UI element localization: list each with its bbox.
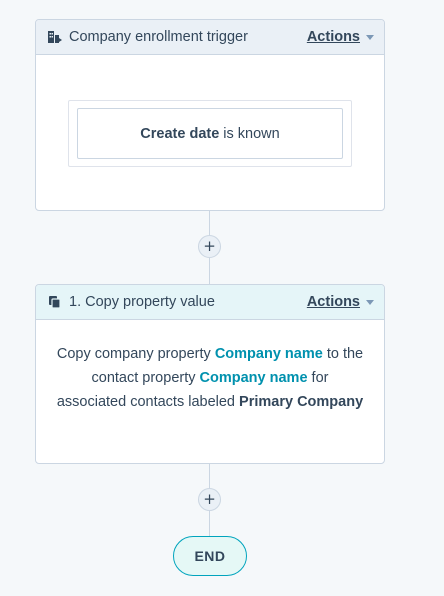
trigger-actions-dropdown[interactable]: Actions [307,29,374,45]
connector-line [209,511,210,536]
filter-property: Create date [140,125,220,142]
action-title: 1. Copy property value [69,294,215,310]
source-property-token: Company name [214,346,323,362]
target-property-token: Company name [199,370,308,386]
action-actions-dropdown[interactable]: Actions [307,294,374,310]
copy-icon [47,294,63,310]
add-action-button[interactable]: + [198,235,221,258]
filter-group: Create date is known [68,100,352,167]
caret-down-icon [366,35,374,40]
filter-operator: is known [223,125,280,142]
description-text: Copy company property [56,346,211,362]
caret-down-icon [366,300,374,305]
connector-line [209,258,210,284]
end-node: END [173,536,247,576]
copy-property-action-card[interactable]: 1. Copy property value Actions Copy comp… [35,284,385,464]
action-card-header: 1. Copy property value Actions [36,285,384,320]
action-description: Copy company property Company name to th… [36,320,384,463]
connector-line [209,211,210,235]
end-label: END [194,548,226,564]
plus-icon: + [203,490,216,508]
action-actions-label[interactable]: Actions [307,294,360,310]
filter-condition[interactable]: Create date is known [77,108,343,159]
add-action-button[interactable]: + [198,488,221,511]
trigger-card-header: Company enrollment trigger Actions [36,20,384,55]
connector-line [209,464,210,488]
company-trigger-icon [47,29,63,45]
association-label: Primary Company [239,394,364,410]
trigger-actions-label[interactable]: Actions [307,29,360,45]
trigger-title: Company enrollment trigger [69,29,248,45]
enrollment-trigger-card[interactable]: Company enrollment trigger Actions Creat… [35,19,385,211]
trigger-card-body: Create date is known [36,55,384,210]
plus-icon: + [203,237,216,255]
